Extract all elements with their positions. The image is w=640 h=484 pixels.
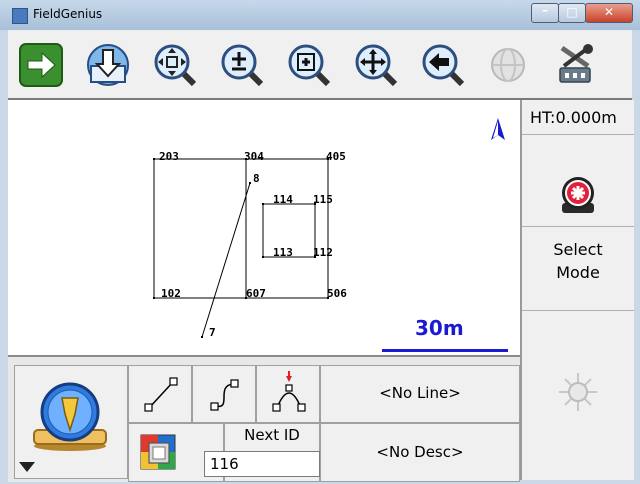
zoom-window-icon[interactable] bbox=[280, 36, 338, 94]
point-label: 203 bbox=[159, 150, 179, 163]
select-mode-button[interactable]: Select Mode bbox=[522, 238, 634, 284]
polyline-tool-button[interactable] bbox=[192, 365, 256, 423]
scale-label: 30m bbox=[415, 316, 464, 340]
divider bbox=[522, 226, 634, 227]
title-bar: FieldGenius – □ ✕ bbox=[0, 0, 640, 30]
point-label: 114 bbox=[273, 193, 293, 206]
next-id-input[interactable]: 116 bbox=[204, 451, 320, 477]
globe-icon[interactable] bbox=[479, 36, 537, 94]
no-desc-label: <No Desc> bbox=[376, 443, 464, 461]
survey-mode-icon bbox=[33, 382, 107, 451]
point-label: 115 bbox=[313, 193, 333, 206]
app-window: FieldGenius – □ ✕ 203 304 405 8 114 115 … bbox=[0, 0, 640, 484]
select-mode-line2: Mode bbox=[556, 263, 600, 282]
survey-mode-button[interactable] bbox=[14, 365, 128, 479]
bottom-panel: <No Line> Next ID 116 <No Desc> bbox=[8, 355, 520, 482]
line-tool-button[interactable] bbox=[128, 365, 192, 423]
minimize-button[interactable]: – bbox=[531, 3, 559, 23]
line-tool-icon bbox=[144, 377, 178, 412]
point-label: 102 bbox=[161, 287, 181, 300]
instrument-settings-icon[interactable] bbox=[546, 36, 604, 94]
instrument-height[interactable]: HT:0.000m bbox=[530, 108, 617, 127]
next-id-label: Next ID bbox=[244, 426, 300, 444]
main-toolbar bbox=[8, 30, 632, 100]
client-area: 203 304 405 8 114 115 113 112 102 607 50… bbox=[8, 30, 634, 482]
pan-icon[interactable] bbox=[347, 36, 405, 94]
chevron-down-icon[interactable] bbox=[19, 462, 35, 472]
scale-bar bbox=[382, 349, 508, 352]
zoom-in-out-icon[interactable] bbox=[213, 36, 271, 94]
no-line-button[interactable]: <No Line> bbox=[320, 365, 520, 423]
point-label: 405 bbox=[326, 150, 346, 163]
divider bbox=[522, 310, 634, 311]
arc-tool-icon bbox=[272, 371, 306, 412]
point-label: 506 bbox=[327, 287, 347, 300]
polyline-tool-icon bbox=[210, 379, 239, 411]
select-mode-line1: Select bbox=[553, 240, 603, 259]
layer-icon bbox=[140, 434, 176, 470]
right-arrow-icon[interactable] bbox=[12, 36, 70, 94]
point-label: 112 bbox=[313, 246, 333, 259]
point-label: 304 bbox=[244, 150, 264, 163]
maximize-button[interactable]: □ bbox=[558, 3, 586, 23]
zoom-previous-icon[interactable] bbox=[414, 36, 472, 94]
point-label: 113 bbox=[273, 246, 293, 259]
point-label: 8 bbox=[253, 172, 260, 185]
map-view[interactable]: 203 304 405 8 114 115 113 112 102 607 50… bbox=[8, 100, 520, 355]
divider bbox=[522, 134, 634, 135]
window-title: FieldGenius bbox=[33, 7, 103, 21]
no-line-label: <No Line> bbox=[379, 384, 461, 402]
download-icon[interactable] bbox=[79, 36, 137, 94]
target-prism-icon[interactable] bbox=[558, 173, 598, 215]
app-icon bbox=[12, 8, 28, 24]
light-off-icon[interactable] bbox=[557, 371, 599, 413]
no-desc-button[interactable]: <No Desc> bbox=[320, 423, 520, 482]
point-label: 607 bbox=[246, 287, 266, 300]
arc-tool-button[interactable] bbox=[256, 365, 320, 423]
right-panel: HT:0.000m Select Mode bbox=[520, 100, 634, 480]
north-arrow-icon bbox=[491, 118, 505, 140]
zoom-extents-icon[interactable] bbox=[146, 36, 204, 94]
point-label: 7 bbox=[209, 326, 216, 339]
close-button[interactable]: ✕ bbox=[585, 3, 633, 23]
